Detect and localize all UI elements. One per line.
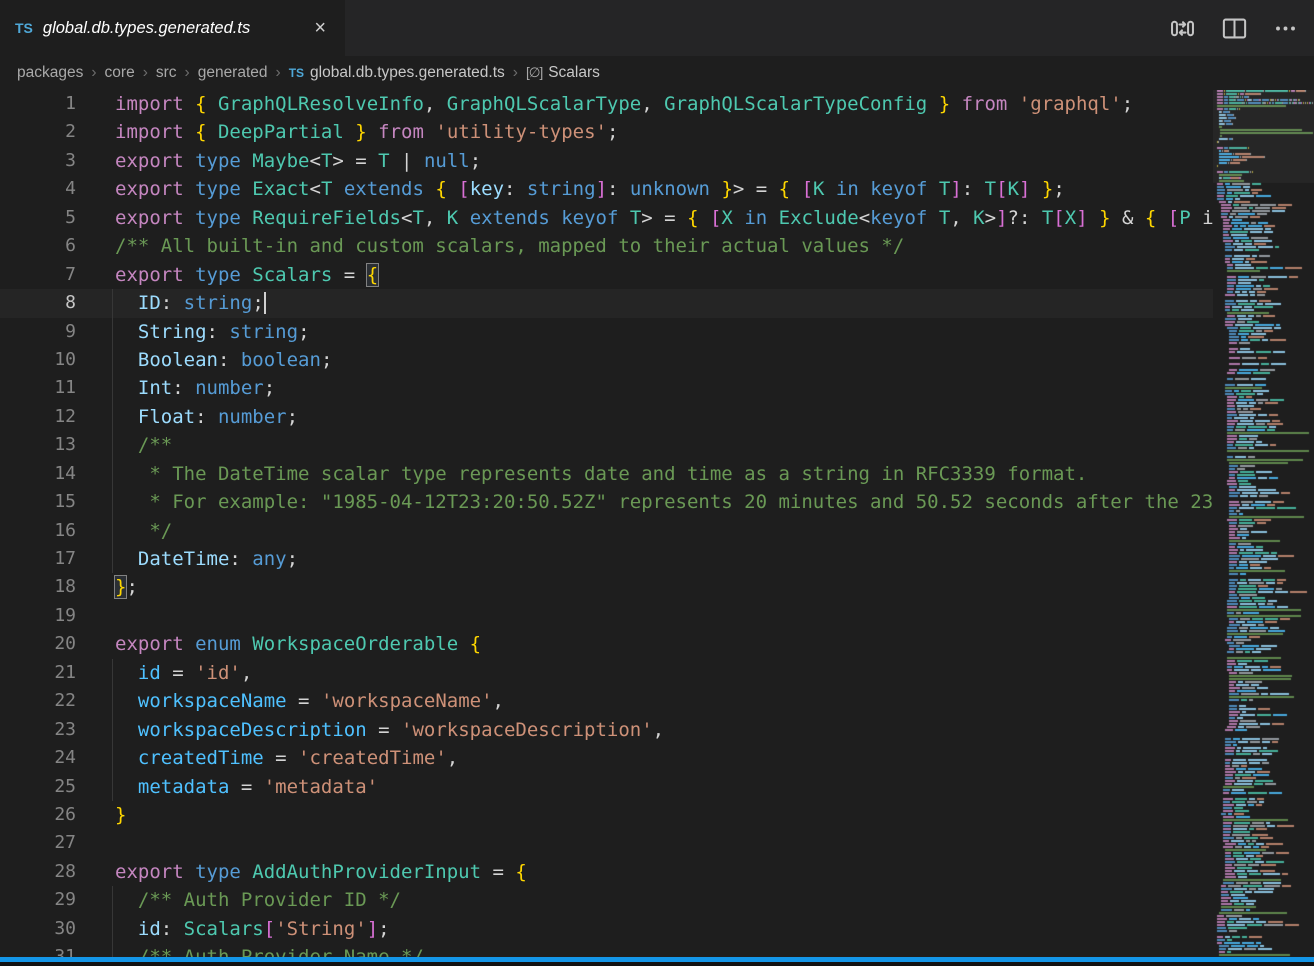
line-number: 27 xyxy=(0,829,84,857)
code-line[interactable]: 5export type RequireFields<T, K extends … xyxy=(0,204,1213,232)
typescript-file-icon: TS xyxy=(15,20,33,36)
code-line[interactable]: 21 id = 'id', xyxy=(0,659,1213,687)
code-line[interactable]: 17 DateTime: any; xyxy=(0,545,1213,573)
line-number: 19 xyxy=(0,602,84,630)
line-number: 22 xyxy=(0,687,84,715)
code-line[interactable]: 9 String: string; xyxy=(0,318,1213,346)
tab-bar: TS global.db.types.generated.ts × xyxy=(0,0,1314,56)
code-line[interactable]: 19 xyxy=(0,602,1213,630)
line-number: 28 xyxy=(0,858,84,886)
code-line[interactable]: 2import { DeepPartial } from 'utility-ty… xyxy=(0,118,1213,146)
line-number: 8 xyxy=(0,289,84,317)
line-number: 13 xyxy=(0,431,84,459)
code-pane[interactable]: 1import { GraphQLResolveInfo, GraphQLSca… xyxy=(0,90,1213,957)
line-number: 1 xyxy=(0,90,84,118)
code-line[interactable]: 25 metadata = 'metadata' xyxy=(0,773,1213,801)
code-line[interactable]: 3export type Maybe<T> = T | null; xyxy=(0,147,1213,175)
code-line[interactable]: 28export type AddAuthProviderInput = { xyxy=(0,858,1213,886)
editor-actions xyxy=(1169,0,1314,56)
code-line[interactable]: 26} xyxy=(0,801,1213,829)
breadcrumbs: packages › core › src › generated › TS g… xyxy=(0,56,1314,90)
line-number: 14 xyxy=(0,460,84,488)
vscode-window: TS global.db.types.generated.ts × xyxy=(0,0,1314,966)
line-number: 5 xyxy=(0,204,84,232)
breadcrumb-folder-packages[interactable]: packages xyxy=(17,64,83,82)
minimap[interactable] xyxy=(1213,90,1314,957)
code-line[interactable]: 10 Boolean: boolean; xyxy=(0,346,1213,374)
tab-close-icon[interactable]: × xyxy=(310,16,330,40)
breadcrumb-separator: › xyxy=(513,64,518,82)
code-line[interactable]: 4export type Exact<T extends { [key: str… xyxy=(0,175,1213,203)
more-actions-icon[interactable] xyxy=(1273,16,1298,41)
window-bottom-edge xyxy=(0,962,1314,966)
code-line[interactable]: 15 * For example: "1985-04-12T23:20:50.5… xyxy=(0,488,1213,516)
code-line[interactable]: 14 * The DateTime scalar type represents… xyxy=(0,460,1213,488)
breadcrumb-folder-generated[interactable]: generated xyxy=(198,64,268,82)
code-line[interactable]: 27 xyxy=(0,829,1213,857)
line-number: 25 xyxy=(0,773,84,801)
breadcrumb-separator: › xyxy=(143,64,148,82)
line-number: 3 xyxy=(0,147,84,175)
line-number: 9 xyxy=(0,318,84,346)
line-number: 15 xyxy=(0,488,84,516)
code-line[interactable]: 12 Float: number; xyxy=(0,403,1213,431)
line-number: 10 xyxy=(0,346,84,374)
code-line[interactable]: 7export type Scalars = { xyxy=(0,261,1213,289)
line-number: 18 xyxy=(0,573,84,601)
typescript-file-icon: TS xyxy=(289,66,304,80)
code-line[interactable]: 8 ID: string; xyxy=(0,289,1213,317)
code-line[interactable]: 24 createdTime = 'createdTime', xyxy=(0,744,1213,772)
line-number: 21 xyxy=(0,659,84,687)
code-line[interactable]: 13 /** xyxy=(0,431,1213,459)
line-number: 30 xyxy=(0,915,84,943)
line-number: 29 xyxy=(0,886,84,914)
code-line[interactable]: 29 /** Auth Provider ID */ xyxy=(0,886,1213,914)
code-editor[interactable]: 1import { GraphQLResolveInfo, GraphQLSca… xyxy=(0,90,1314,957)
line-number: 16 xyxy=(0,517,84,545)
minimap-container xyxy=(1213,90,1314,957)
breadcrumb-symbol[interactable]: [∅] Scalars xyxy=(526,64,600,82)
tab-title: global.db.types.generated.ts xyxy=(43,19,250,38)
code-line[interactable]: 20export enum WorkspaceOrderable { xyxy=(0,630,1213,658)
code-line[interactable]: 31 /** Auth Provider Name */ xyxy=(0,943,1213,957)
line-number: 31 xyxy=(0,943,84,957)
open-changes-icon[interactable] xyxy=(1169,15,1196,42)
line-number: 2 xyxy=(0,118,84,146)
symbol-object-icon: [∅] xyxy=(526,65,542,81)
breadcrumb-file-label: global.db.types.generated.ts xyxy=(310,64,505,82)
line-number: 11 xyxy=(0,374,84,402)
breadcrumb-separator: › xyxy=(91,64,96,82)
line-number: 23 xyxy=(0,716,84,744)
line-number: 20 xyxy=(0,630,84,658)
breadcrumb-file[interactable]: TS global.db.types.generated.ts xyxy=(289,64,505,82)
text-cursor xyxy=(264,292,266,314)
line-number: 17 xyxy=(0,545,84,573)
line-number: 12 xyxy=(0,403,84,431)
line-number: 7 xyxy=(0,261,84,289)
code-line[interactable]: 30 id: Scalars['String']; xyxy=(0,915,1213,943)
line-number: 6 xyxy=(0,232,84,260)
code-line[interactable]: 18}; xyxy=(0,573,1213,601)
breadcrumb-separator: › xyxy=(276,64,281,82)
code-line[interactable]: 16 */ xyxy=(0,517,1213,545)
code-line[interactable]: 11 Int: number; xyxy=(0,374,1213,402)
editor-tab[interactable]: TS global.db.types.generated.ts × xyxy=(0,0,345,56)
line-number: 4 xyxy=(0,175,84,203)
breadcrumb-folder-core[interactable]: core xyxy=(105,64,135,82)
line-number: 24 xyxy=(0,744,84,772)
breadcrumb-folder-src[interactable]: src xyxy=(156,64,177,82)
code-line[interactable]: 23 workspaceDescription = 'workspaceDesc… xyxy=(0,716,1213,744)
line-number: 26 xyxy=(0,801,84,829)
split-editor-icon[interactable] xyxy=(1221,15,1248,42)
breadcrumb-separator: › xyxy=(185,64,190,82)
code-line[interactable]: 6/** All built-in and custom scalars, ma… xyxy=(0,232,1213,260)
code-line[interactable]: 22 workspaceName = 'workspaceName', xyxy=(0,687,1213,715)
breadcrumb-symbol-label: Scalars xyxy=(548,64,600,82)
code-line[interactable]: 1import { GraphQLResolveInfo, GraphQLSca… xyxy=(0,90,1213,118)
